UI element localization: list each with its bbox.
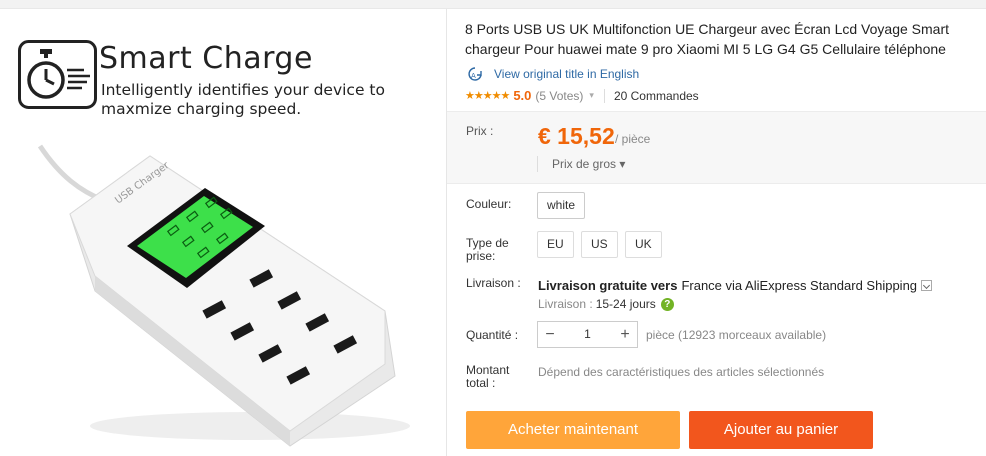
view-original-title-link[interactable]: A View original title in English xyxy=(465,66,639,82)
shipping-destination: France via AliExpress Standard Shipping xyxy=(681,278,918,293)
chevron-down-icon[interactable] xyxy=(921,280,933,291)
rating-value: 5.0 xyxy=(513,88,532,103)
wholesale-price-dropdown[interactable]: Prix de gros ▾ xyxy=(537,156,625,172)
quantity-stepper: − 1 + xyxy=(537,321,638,348)
divider xyxy=(603,88,605,103)
total-label: Montant total : xyxy=(466,364,509,390)
top-strip xyxy=(0,0,986,9)
color-label: Couleur: xyxy=(466,197,512,211)
shipping-label: Livraison : xyxy=(466,276,521,290)
quantity-input[interactable]: 1 xyxy=(562,322,613,347)
total-value: Dépend des caractéristiques des articles… xyxy=(538,365,825,379)
delivery-time-value: 15-24 jours xyxy=(595,297,656,311)
chevron-down-icon[interactable]: ▾ xyxy=(589,90,594,101)
rating-row: ★★★★★ 5.0 (5 Votes) ▾ 20 Commandes xyxy=(465,88,699,103)
color-option-white[interactable]: white xyxy=(537,192,586,219)
help-icon[interactable]: ? xyxy=(660,297,674,311)
promo-subtitle: Intelligently identifies your device to … xyxy=(101,81,431,119)
star-rating: ★★★★★ xyxy=(465,90,510,102)
total-label-line-2: total : xyxy=(466,376,496,390)
view-original-text: View original title in English xyxy=(494,67,640,81)
svg-text:A: A xyxy=(471,72,476,80)
price-block: Prix : € 15,52 / pièce Prix de gros ▾ xyxy=(447,111,986,184)
plug-option-uk[interactable]: UK xyxy=(625,231,662,258)
price-unit: / pièce xyxy=(615,132,651,146)
price-label: Prix : xyxy=(466,124,494,138)
product-image[interactable]: Smart Charge Intelligently identifies yo… xyxy=(0,9,446,456)
promo-title: Smart Charge xyxy=(99,41,313,76)
delivery-time: Livraison : 15-24 jours ? xyxy=(538,297,674,311)
decrease-quantity-button[interactable]: − xyxy=(538,322,562,347)
plug-type-label-line-2: prise: xyxy=(466,249,496,263)
product-info: 8 Ports USB US UK Multifonction UE Charg… xyxy=(447,9,986,456)
add-to-cart-button[interactable]: Ajouter au panier xyxy=(689,411,873,449)
promo-subtitle-line-1: Intelligently identifies your device to xyxy=(101,81,385,99)
delivery-time-label: Livraison : xyxy=(538,297,593,311)
shipping-method[interactable]: Livraison gratuite vers France via AliEx… xyxy=(538,278,933,293)
plug-type-label: Type de prise: xyxy=(466,237,509,263)
buy-now-button[interactable]: Acheter maintenant xyxy=(466,411,680,449)
usb-charger-device: USB Charger xyxy=(37,144,410,447)
votes-count[interactable]: (5 Votes) xyxy=(535,89,583,103)
promo-subtitle-line-2: maxmize charging speed. xyxy=(101,100,302,118)
stopwatch-icon xyxy=(18,40,97,109)
available-stock: pièce (12923 morceaux available) xyxy=(646,328,827,342)
product-title: 8 Ports USB US UK Multifonction UE Charg… xyxy=(465,21,949,57)
free-shipping-text: Livraison gratuite vers xyxy=(538,278,678,293)
plug-option-eu[interactable]: EU xyxy=(537,231,574,258)
price-value: € 15,52 xyxy=(538,123,615,149)
orders-count: 20 Commandes xyxy=(613,88,699,103)
quantity-label: Quantité : xyxy=(466,328,519,342)
plug-option-us[interactable]: US xyxy=(581,231,618,258)
increase-quantity-button[interactable]: + xyxy=(613,322,637,347)
translate-icon: A xyxy=(465,66,487,82)
